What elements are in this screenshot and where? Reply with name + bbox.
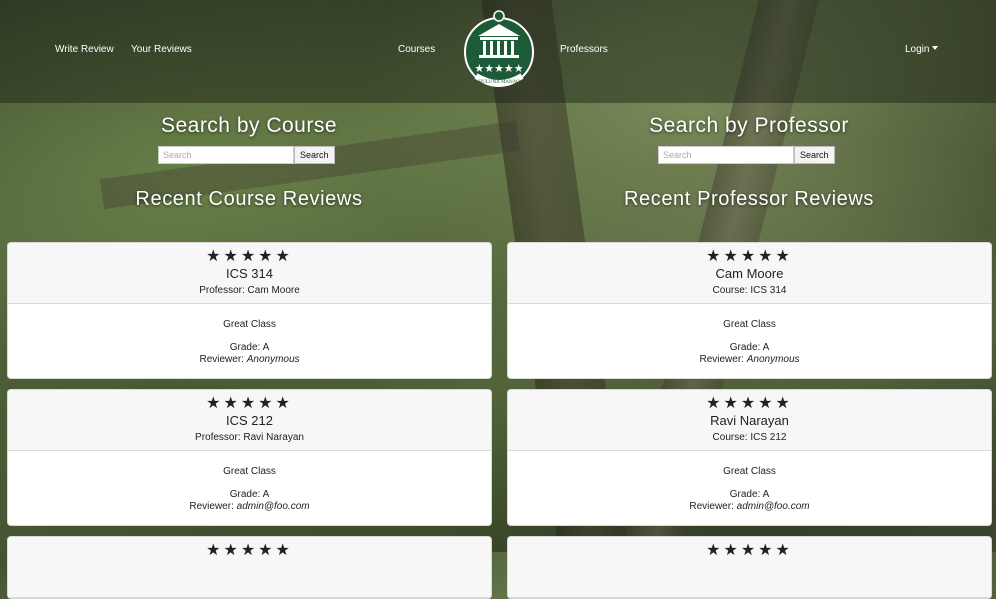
review-grade: Grade: A [229, 489, 270, 500]
course-line: Course: ICS 212 [712, 432, 787, 443]
nav-login-dropdown[interactable]: Login [905, 44, 939, 55]
course-search-form: Search [158, 146, 335, 164]
review-comment: Great Class [223, 319, 276, 330]
professor-name: Cam Moore [715, 266, 784, 281]
rating-stars: ★★★★★ [206, 248, 293, 265]
professor-line: Professor: Ravi Narayan [195, 432, 304, 443]
review-comment: Great Class [723, 466, 776, 477]
professor-name: Ravi Narayan [710, 413, 789, 428]
recent-course-reviews-title: Recent Course Reviews [135, 188, 363, 210]
navbar: Write Review Your Reviews Courses Profes… [0, 0, 996, 103]
course-search-input[interactable] [158, 146, 294, 164]
recent-professor-reviews-title: Recent Professor Reviews [623, 188, 875, 210]
course-review-card[interactable]: ★★★★★ [7, 536, 492, 599]
nav-write-review[interactable]: Write Review [55, 44, 114, 55]
course-search-button[interactable]: Search [294, 146, 335, 164]
card-header: ★★★★★ Cam Moore Course: ICS 314 [508, 243, 991, 304]
search-by-professor-title: Search by Professor [649, 114, 849, 137]
review-grade: Grade: A [729, 342, 770, 353]
professor-search-input[interactable] [658, 146, 794, 164]
card-body: Great Class Grade: A Reviewer: admin@foo… [8, 451, 491, 525]
login-label: Login [905, 44, 930, 55]
professor-review-card[interactable]: ★★★★★ Ravi Narayan Course: ICS 212 Great… [507, 389, 992, 526]
card-header: ★★★★★ ICS 314 Professor: Cam Moore [8, 243, 491, 304]
card-body: Great Class Grade: A Reviewer: admin@foo… [508, 451, 991, 525]
reviewer-label: Reviewer: [189, 501, 234, 512]
course-name: ICS 314 [226, 266, 273, 281]
professor-line: Professor: Cam Moore [199, 285, 300, 296]
rating-stars: ★★★★★ [206, 395, 293, 412]
review-comment: Great Class [223, 466, 276, 477]
nav-professors[interactable]: Professors [560, 44, 608, 55]
search-by-course-title: Search by Course [160, 114, 338, 137]
reviewer-line: Reviewer: Anonymous [8, 354, 491, 366]
nav-courses[interactable]: Courses [398, 44, 435, 55]
card-header: ★★★★★ [508, 537, 991, 598]
review-comment: Great Class [723, 319, 776, 330]
svg-text:HULUNA MANAO: HULUNA MANAO [478, 79, 520, 85]
reviewer-line: Reviewer: admin@foo.com [8, 501, 491, 513]
caret-down-icon [932, 46, 939, 50]
course-review-card[interactable]: ★★★★★ ICS 212 Professor: Ravi Narayan Gr… [7, 389, 492, 526]
reviewer-name: admin@foo.com [236, 501, 310, 512]
reviewer-label: Reviewer: [199, 354, 244, 365]
card-header: ★★★★★ Ravi Narayan Course: ICS 212 [508, 390, 991, 451]
reviewer-name: admin@foo.com [736, 501, 810, 512]
course-line: Course: ICS 314 [712, 285, 787, 296]
rating-stars: ★★★★★ [206, 542, 293, 559]
reviewer-label: Reviewer: [689, 501, 734, 512]
professor-review-card[interactable]: ★★★★★ Cam Moore Course: ICS 314 Great Cl… [507, 242, 992, 379]
review-grade: Grade: A [729, 489, 770, 500]
reviewer-name: Anonymous [246, 354, 300, 365]
nav-your-reviews[interactable]: Your Reviews [131, 44, 192, 55]
review-grade: Grade: A [229, 342, 270, 353]
huluna-manao-logo[interactable]: ★★★★★ HULUNA MANAO [464, 10, 534, 94]
svg-text:★★★★★: ★★★★★ [474, 62, 523, 75]
professor-review-card[interactable]: ★★★★★ [507, 536, 992, 599]
card-body: Great Class Grade: A Reviewer: Anonymous [508, 304, 991, 378]
rating-stars: ★★★★★ [706, 248, 793, 265]
card-body: Great Class Grade: A Reviewer: Anonymous [8, 304, 491, 378]
professor-search-form: Search [658, 146, 835, 164]
reviewer-name: Anonymous [746, 354, 800, 365]
rating-stars: ★★★★★ [706, 542, 793, 559]
reviewer-label: Reviewer: [699, 354, 744, 365]
course-review-card[interactable]: ★★★★★ ICS 314 Professor: Cam Moore Great… [7, 242, 492, 379]
course-name: ICS 212 [226, 413, 273, 428]
card-header: ★★★★★ [8, 537, 491, 598]
card-header: ★★★★★ ICS 212 Professor: Ravi Narayan [8, 390, 491, 451]
reviewer-line: Reviewer: admin@foo.com [508, 501, 991, 513]
rating-stars: ★★★★★ [706, 395, 793, 412]
professor-search-button[interactable]: Search [794, 146, 835, 164]
reviewer-line: Reviewer: Anonymous [508, 354, 991, 366]
